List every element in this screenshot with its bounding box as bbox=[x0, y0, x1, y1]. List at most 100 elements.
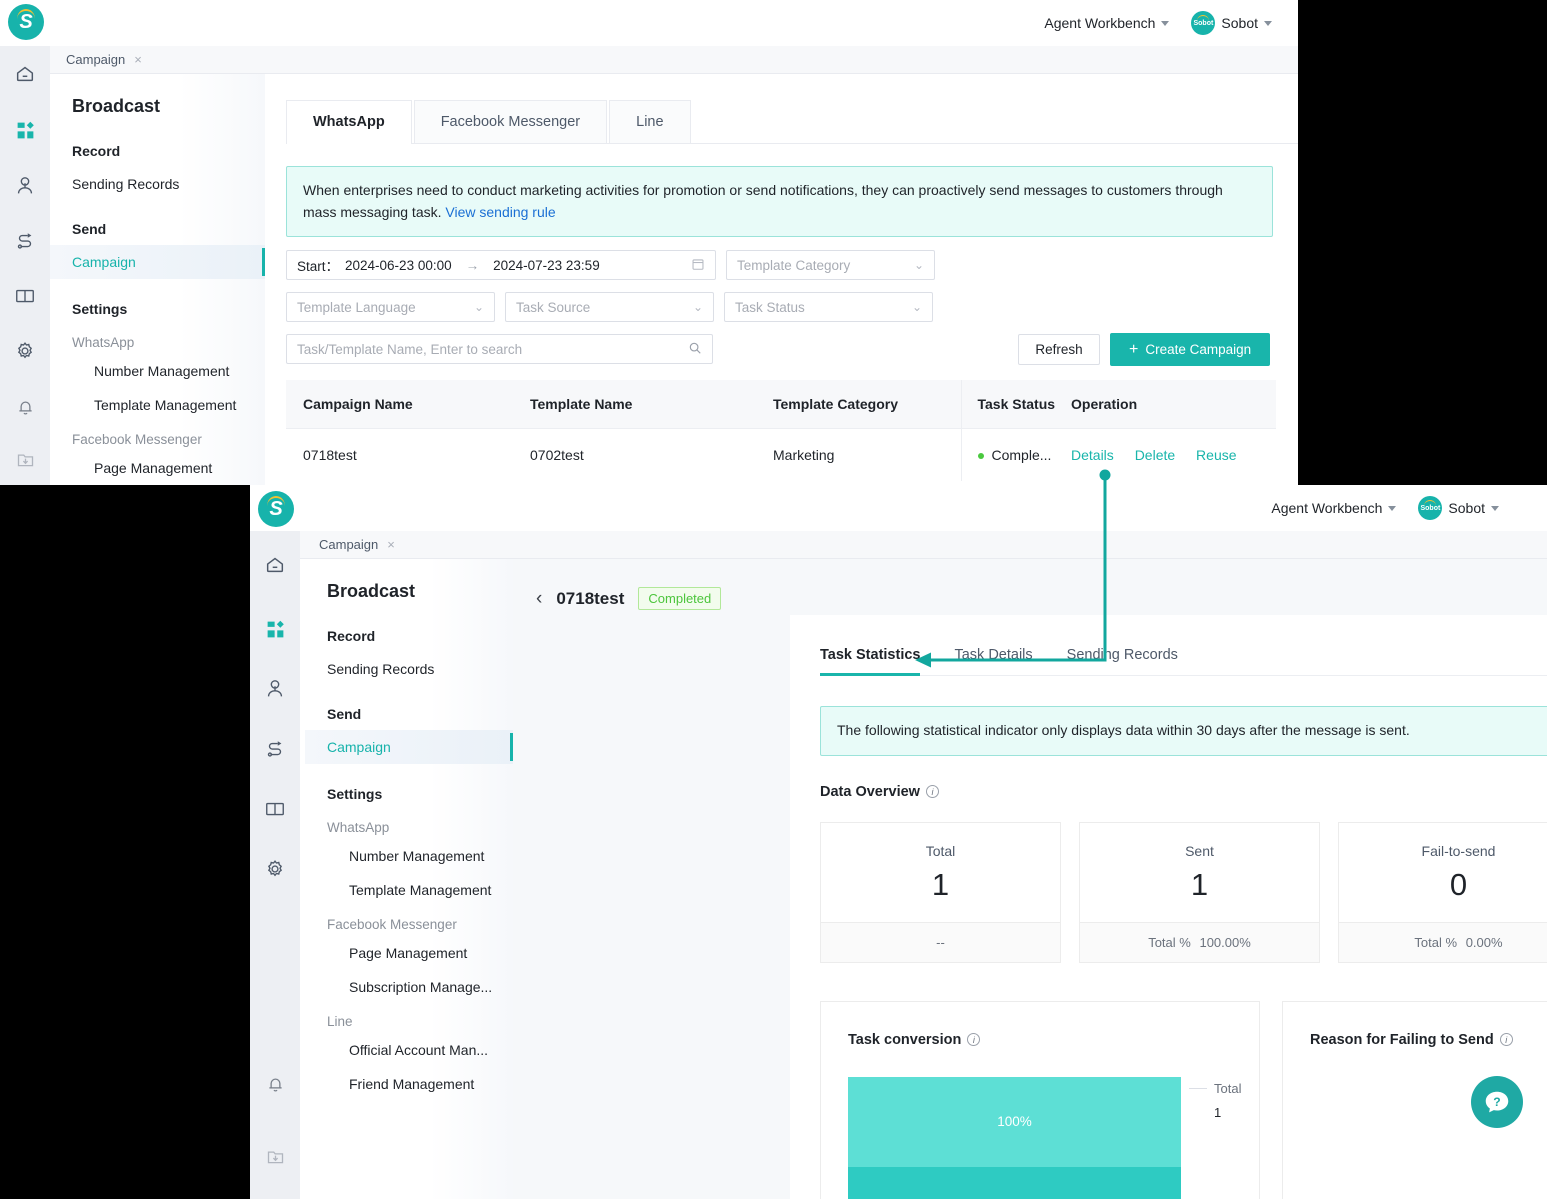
create-campaign-label: Create Campaign bbox=[1145, 342, 1252, 357]
status-dot-icon bbox=[977, 453, 984, 460]
stat-foot: Total % 0.00% bbox=[1339, 921, 1547, 962]
sidebar-item-page-management[interactable]: Page Management bbox=[305, 936, 513, 970]
date-range-picker[interactable]: Start： 2024-06-23 00:00 → 2024-07-23 23:… bbox=[286, 250, 716, 280]
cell-task-status: Comple... bbox=[960, 428, 1071, 481]
app-sidebar: Broadcast Record Sending Records Send Ca… bbox=[50, 74, 265, 485]
info-banner: The following statistical indicator only… bbox=[820, 706, 1547, 756]
info-icon[interactable]: i bbox=[967, 1033, 981, 1047]
sidebar-item-official-account-management[interactable]: Official Account Man... bbox=[305, 1033, 513, 1067]
user-menu[interactable]: Sobot Sobot bbox=[1191, 11, 1272, 35]
download-folder-icon[interactable] bbox=[250, 1113, 300, 1199]
home-icon[interactable] bbox=[250, 531, 300, 599]
sidebar-item-page-management[interactable]: Page Management bbox=[50, 451, 265, 485]
sidebar-group-send: Send bbox=[327, 706, 362, 722]
avatar: Sobot bbox=[1191, 11, 1216, 35]
task-conversion-panel: Task conversion i 100% Total 1 bbox=[820, 1000, 1260, 1199]
stat-label: Fail-to-send bbox=[1421, 842, 1496, 859]
chevron-down-icon: ⌄ bbox=[911, 300, 922, 314]
detail-page-header: ‹ 0718test Completed bbox=[513, 559, 1547, 610]
chevron-down-icon: ⌄ bbox=[913, 258, 924, 272]
sidebar-item-campaign[interactable]: Campaign bbox=[50, 245, 265, 279]
gear-icon[interactable] bbox=[0, 323, 50, 378]
campaign-list-content: WhatsApp Facebook Messenger Line When en… bbox=[265, 74, 1298, 485]
task-status-select[interactable]: Task Status ⌄ bbox=[724, 292, 933, 322]
sidebar-group-record: Record bbox=[327, 628, 376, 644]
close-icon[interactable]: × bbox=[387, 538, 395, 551]
sidebar-item-number-management[interactable]: Number Management bbox=[50, 354, 265, 388]
back-button[interactable]: ‹ bbox=[536, 589, 542, 608]
calendar-icon[interactable] bbox=[691, 257, 705, 274]
tab-task-details[interactable]: Task Details bbox=[954, 647, 1032, 675]
bell-icon[interactable] bbox=[0, 378, 50, 433]
sobot-logo-icon: S bbox=[8, 4, 44, 40]
contacts-icon[interactable] bbox=[250, 659, 300, 719]
tab-sending-records[interactable]: Sending Records bbox=[1067, 647, 1178, 675]
campaign-list-window: S Agent Workbench Sobot Sobot Campaign × bbox=[0, 0, 1298, 485]
agent-workbench-label: Agent Workbench bbox=[1044, 15, 1156, 31]
tab-line[interactable]: Line bbox=[609, 100, 691, 143]
info-icon[interactable]: i bbox=[925, 785, 939, 799]
stat-card-sent: Sent 1 Total % 100.00% bbox=[1079, 821, 1320, 963]
agent-workbench-menu[interactable]: Agent Workbench bbox=[1044, 15, 1170, 31]
sidebar-item-template-management[interactable]: Template Management bbox=[50, 388, 265, 422]
search-input[interactable]: Task/Template Name, Enter to search bbox=[286, 334, 713, 364]
close-icon[interactable]: × bbox=[134, 53, 142, 66]
task-conversion-label: Task conversion bbox=[848, 1031, 962, 1048]
cell-operation: Details Delete Reuse bbox=[1071, 429, 1276, 482]
apps-icon[interactable] bbox=[250, 599, 300, 659]
col-operation: Operation bbox=[1071, 380, 1276, 429]
refresh-button[interactable]: Refresh bbox=[1018, 334, 1100, 365]
task-source-select[interactable]: Task Source ⌄ bbox=[505, 292, 714, 322]
task-status-placeholder: Task Status bbox=[735, 299, 805, 315]
broadcast-flow-icon[interactable] bbox=[0, 213, 50, 268]
sidebar-subgroup-facebook-messenger: Facebook Messenger bbox=[327, 917, 457, 932]
browser-tab-label: Campaign bbox=[319, 537, 379, 552]
info-banner: When enterprises need to conduct marketi… bbox=[286, 166, 1273, 238]
template-language-select[interactable]: Template Language ⌄ bbox=[286, 292, 495, 322]
tab-whatsapp[interactable]: WhatsApp bbox=[286, 100, 412, 144]
info-icon[interactable]: i bbox=[1499, 1033, 1513, 1047]
tab-facebook-messenger[interactable]: Facebook Messenger bbox=[413, 100, 608, 143]
apps-icon[interactable] bbox=[0, 103, 50, 158]
sidebar-item-sending-records[interactable]: Sending Records bbox=[50, 167, 265, 201]
reuse-link[interactable]: Reuse bbox=[1196, 447, 1236, 463]
contacts-icon[interactable] bbox=[0, 158, 50, 213]
delete-link[interactable]: Delete bbox=[1135, 447, 1175, 463]
agent-workbench-menu[interactable]: Agent Workbench bbox=[1271, 500, 1397, 516]
user-name: Sobot bbox=[1448, 500, 1485, 516]
template-category-select[interactable]: Template Category ⌄ bbox=[726, 250, 935, 280]
fail-reason-label: Reason for Failing to Send bbox=[1310, 1031, 1494, 1048]
help-button[interactable]: ? bbox=[1471, 1076, 1523, 1128]
details-link[interactable]: Details bbox=[1071, 447, 1114, 463]
gear-icon[interactable] bbox=[250, 839, 300, 899]
knowledge-book-icon[interactable] bbox=[250, 779, 300, 839]
mask-bottom-left bbox=[0, 708, 250, 1199]
sidebar-item-template-management[interactable]: Template Management bbox=[305, 873, 513, 907]
sidebar-item-number-management[interactable]: Number Management bbox=[305, 839, 513, 873]
funnel-segment-primary: 100% bbox=[848, 1076, 1181, 1167]
browser-tab-campaign[interactable]: Campaign × bbox=[52, 52, 156, 67]
page-title: 0718test bbox=[556, 588, 625, 608]
download-folder-icon[interactable] bbox=[0, 434, 50, 485]
cell-campaign-name: 0718test bbox=[303, 447, 357, 463]
browser-tab-campaign[interactable]: Campaign × bbox=[305, 537, 409, 552]
view-sending-rule-link[interactable]: View sending rule bbox=[445, 204, 555, 220]
chevron-down-icon bbox=[1491, 505, 1499, 511]
sidebar-item-sending-records[interactable]: Sending Records bbox=[305, 652, 513, 686]
sidebar-subgroup-facebook-messenger: Facebook Messenger bbox=[72, 432, 202, 447]
legend-leader-line bbox=[1189, 1087, 1207, 1089]
browser-tabstrip: Campaign × bbox=[250, 531, 1547, 559]
broadcast-flow-icon[interactable] bbox=[250, 719, 300, 779]
home-icon[interactable] bbox=[0, 46, 50, 103]
knowledge-book-icon[interactable] bbox=[0, 268, 50, 323]
user-menu[interactable]: Sobot Sobot bbox=[1418, 496, 1499, 520]
tab-task-statistics[interactable]: Task Statistics bbox=[820, 647, 921, 676]
sidebar-item-subscription-management[interactable]: Subscription Manage... bbox=[305, 970, 513, 1004]
bell-icon[interactable] bbox=[250, 1053, 300, 1113]
sidebar-item-friend-management[interactable]: Friend Management bbox=[305, 1067, 513, 1101]
browser-tabstrip: Campaign × bbox=[0, 46, 1298, 74]
create-campaign-button[interactable]: + Create Campaign bbox=[1110, 333, 1271, 366]
sidebar-item-campaign[interactable]: Campaign bbox=[305, 730, 513, 764]
status-badge: Completed bbox=[638, 587, 722, 610]
search-icon[interactable] bbox=[688, 341, 702, 358]
